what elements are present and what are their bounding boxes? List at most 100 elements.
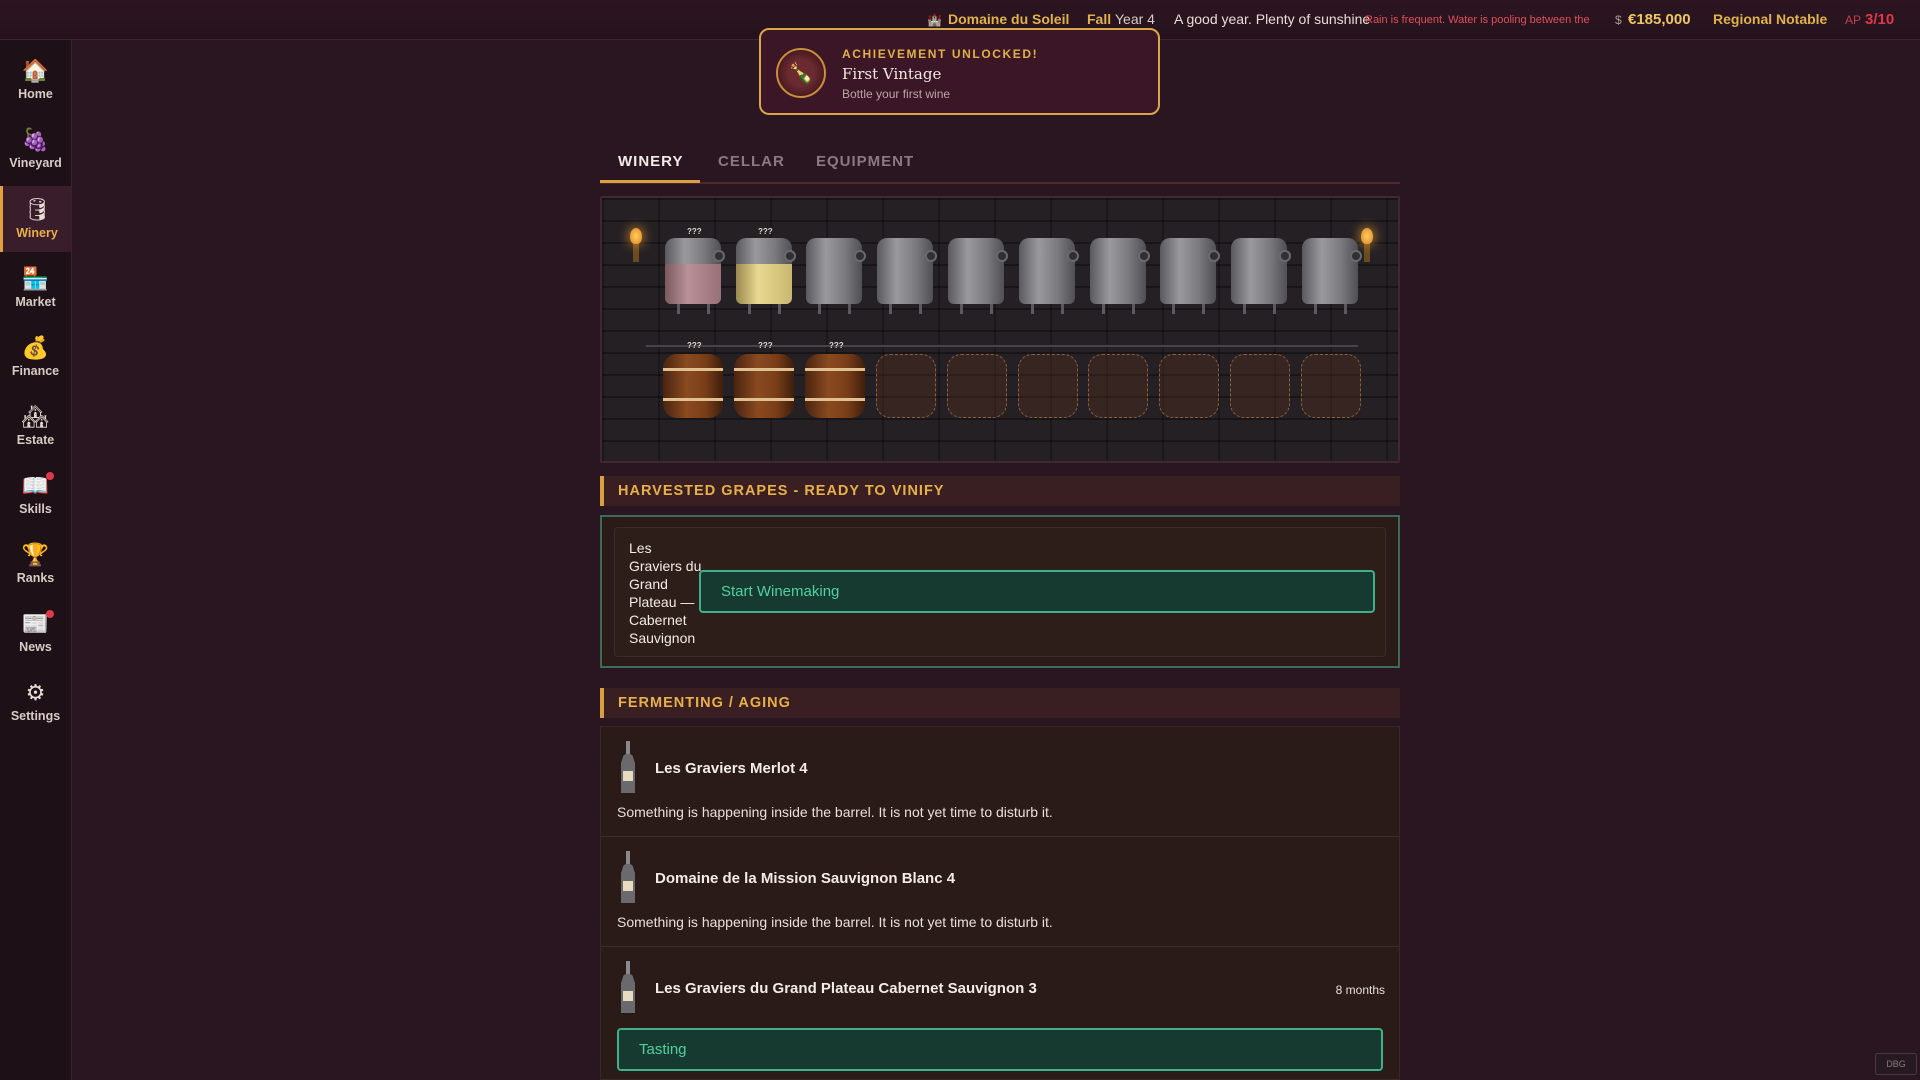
tank-fill bbox=[736, 264, 792, 304]
tank-gauge-icon bbox=[713, 250, 725, 262]
sidebar-item-settings[interactable]: ⚙ Settings bbox=[0, 669, 71, 735]
tank-unknown-marker: ??? bbox=[687, 227, 702, 236]
list-item[interactable]: Les Graviers Merlot 4 Something is happe… bbox=[601, 727, 1399, 837]
notification-dot bbox=[46, 472, 55, 480]
sidebar-item-winery[interactable]: 🛢 Winery bbox=[0, 186, 71, 252]
barrel-shelf bbox=[646, 345, 1358, 347]
sidebar-item-label: Skills bbox=[19, 502, 52, 516]
tank-gauge-icon bbox=[1067, 250, 1079, 262]
aging-barrel[interactable] bbox=[1018, 354, 1078, 418]
sidebar-item-vineyard[interactable]: 🍇 Vineyard bbox=[0, 116, 71, 182]
money-balance: €185,000 bbox=[1628, 11, 1691, 28]
tank-leg bbox=[1061, 304, 1064, 314]
aging-barrel[interactable] bbox=[947, 354, 1007, 418]
aging-barrel[interactable] bbox=[1088, 354, 1148, 418]
sidebar-item-label: Winery bbox=[16, 226, 58, 240]
wine-status: Something is happening inside the barrel… bbox=[617, 914, 1053, 930]
cellar-scene: ??????????????? bbox=[600, 196, 1400, 463]
season-label: Fall bbox=[1087, 11, 1112, 27]
debug-button[interactable]: DBG bbox=[1875, 1053, 1917, 1075]
section-title: FERMENTING / AGING bbox=[618, 695, 791, 711]
book-icon: 📖 bbox=[22, 472, 55, 500]
estate-name[interactable]: Domaine du Soleil bbox=[948, 11, 1069, 27]
barrel-hoop bbox=[805, 398, 865, 401]
tab-cellar[interactable]: CELLAR bbox=[718, 153, 785, 170]
tank-leg bbox=[1273, 304, 1276, 314]
aging-section-header: FERMENTING / AGING bbox=[600, 688, 1400, 718]
start-winemaking-button[interactable]: Start Winemaking bbox=[699, 570, 1375, 613]
tank-gauge-icon bbox=[1279, 250, 1291, 262]
sidebar-item-finance[interactable]: 💰 Finance bbox=[0, 324, 71, 390]
sidebar-item-news[interactable]: 📰 News bbox=[0, 600, 71, 666]
newspaper-icon: 📰 bbox=[22, 610, 55, 638]
rank-title[interactable]: Regional Notable bbox=[1713, 11, 1827, 27]
tab-equipment[interactable]: EQUIPMENT bbox=[816, 153, 914, 170]
tab-winery[interactable]: WINERY bbox=[618, 153, 683, 170]
achievement-header: ACHIEVEMENT UNLOCKED! bbox=[842, 47, 1039, 61]
aging-barrel[interactable] bbox=[1301, 354, 1361, 418]
grapes-icon: 🍇 bbox=[21, 127, 50, 152]
achievement-toast[interactable]: 🍾 ACHIEVEMENT UNLOCKED! First Vintage Bo… bbox=[759, 28, 1160, 115]
aging-barrel[interactable] bbox=[876, 354, 936, 418]
list-item[interactable]: Domaine de la Mission Sauvignon Blanc 4 … bbox=[601, 837, 1399, 947]
fermentation-tank[interactable] bbox=[1090, 238, 1150, 314]
sidebar-item-label: Settings bbox=[10, 709, 61, 723]
barrel-unknown-marker: ??? bbox=[687, 341, 702, 350]
barrel-hoop bbox=[663, 368, 723, 371]
wine-title: Les Graviers du Grand Plateau Cabernet S… bbox=[655, 980, 1037, 997]
tank-leg bbox=[818, 304, 821, 314]
fermentation-tank[interactable] bbox=[1231, 238, 1291, 314]
aging-barrel[interactable] bbox=[1230, 354, 1290, 418]
sidebar-item-estate[interactable]: 🏘 Estate bbox=[0, 393, 71, 459]
sidebar-item-ranks[interactable]: 🏆 Ranks bbox=[0, 531, 71, 597]
harvest-panel: Les Graviers du Grand Plateau — Cabernet… bbox=[600, 515, 1400, 668]
aging-barrel[interactable] bbox=[663, 354, 723, 418]
tank-fill bbox=[665, 264, 721, 304]
aging-barrel[interactable] bbox=[734, 354, 794, 418]
list-item[interactable]: Les Graviers du Grand Plateau Cabernet S… bbox=[601, 947, 1399, 1080]
sidebar-nav: 🏠 Home 🍇 Vineyard 🛢 Winery 🏪 Market 💰 Fi… bbox=[0, 40, 72, 1080]
money-icon: 💰 bbox=[21, 335, 50, 360]
gear-icon: ⚙ bbox=[25, 680, 46, 705]
tank-leg bbox=[677, 304, 680, 314]
fermentation-tank[interactable] bbox=[948, 238, 1008, 314]
wine-bottle-medal-icon: 🍾 bbox=[776, 48, 826, 98]
sidebar-item-skills[interactable]: 📖 Skills bbox=[0, 462, 71, 528]
wine-bottle-icon bbox=[621, 851, 635, 903]
fermentation-tank[interactable] bbox=[1302, 238, 1362, 314]
market-stall-icon: 🏪 bbox=[21, 266, 50, 291]
tank-leg bbox=[1132, 304, 1135, 314]
harvest-section-header: HARVESTED GRAPES - READY TO VINIFY bbox=[600, 476, 1400, 506]
action-points-value: 3/10 bbox=[1865, 11, 1895, 28]
tank-leg bbox=[1314, 304, 1317, 314]
fermentation-tank[interactable] bbox=[877, 238, 937, 314]
aging-barrel[interactable] bbox=[805, 354, 865, 418]
tank-gauge-icon bbox=[1208, 250, 1220, 262]
fermentation-tank[interactable] bbox=[1160, 238, 1220, 314]
fermentation-tank[interactable] bbox=[1019, 238, 1079, 314]
fermentation-tank[interactable] bbox=[806, 238, 866, 314]
harvest-lot-card: Les Graviers du Grand Plateau — Cabernet… bbox=[614, 527, 1386, 657]
torch-icon bbox=[630, 228, 642, 262]
tank-leg bbox=[919, 304, 922, 314]
notification-dot bbox=[46, 610, 55, 618]
winery-tabs: WINERY CELLAR EQUIPMENT bbox=[600, 143, 1400, 184]
aging-barrel[interactable] bbox=[1159, 354, 1219, 418]
sidebar-item-label: Vineyard bbox=[9, 156, 62, 170]
barrel-unknown-marker: ??? bbox=[829, 341, 844, 350]
active-tab-indicator bbox=[600, 180, 700, 183]
money-icon: $ bbox=[1615, 13, 1622, 27]
fermentation-tank[interactable] bbox=[665, 238, 725, 314]
tank-leg bbox=[748, 304, 751, 314]
tasting-button[interactable]: Tasting bbox=[617, 1028, 1383, 1071]
tank-leg bbox=[1344, 304, 1347, 314]
wine-status: Something is happening inside the barrel… bbox=[617, 804, 1053, 820]
fermentation-tank[interactable] bbox=[736, 238, 796, 314]
sidebar-item-market[interactable]: 🏪 Market bbox=[0, 255, 71, 321]
torch-icon bbox=[1361, 228, 1373, 262]
sidebar-item-label: Ranks bbox=[16, 571, 55, 585]
weather-warning: Rain is frequent. Water is pooling betwe… bbox=[1365, 14, 1590, 26]
aging-list: Les Graviers Merlot 4 Something is happe… bbox=[600, 726, 1400, 1080]
sidebar-item-home[interactable]: 🏠 Home bbox=[0, 47, 71, 113]
tank-gauge-icon bbox=[925, 250, 937, 262]
